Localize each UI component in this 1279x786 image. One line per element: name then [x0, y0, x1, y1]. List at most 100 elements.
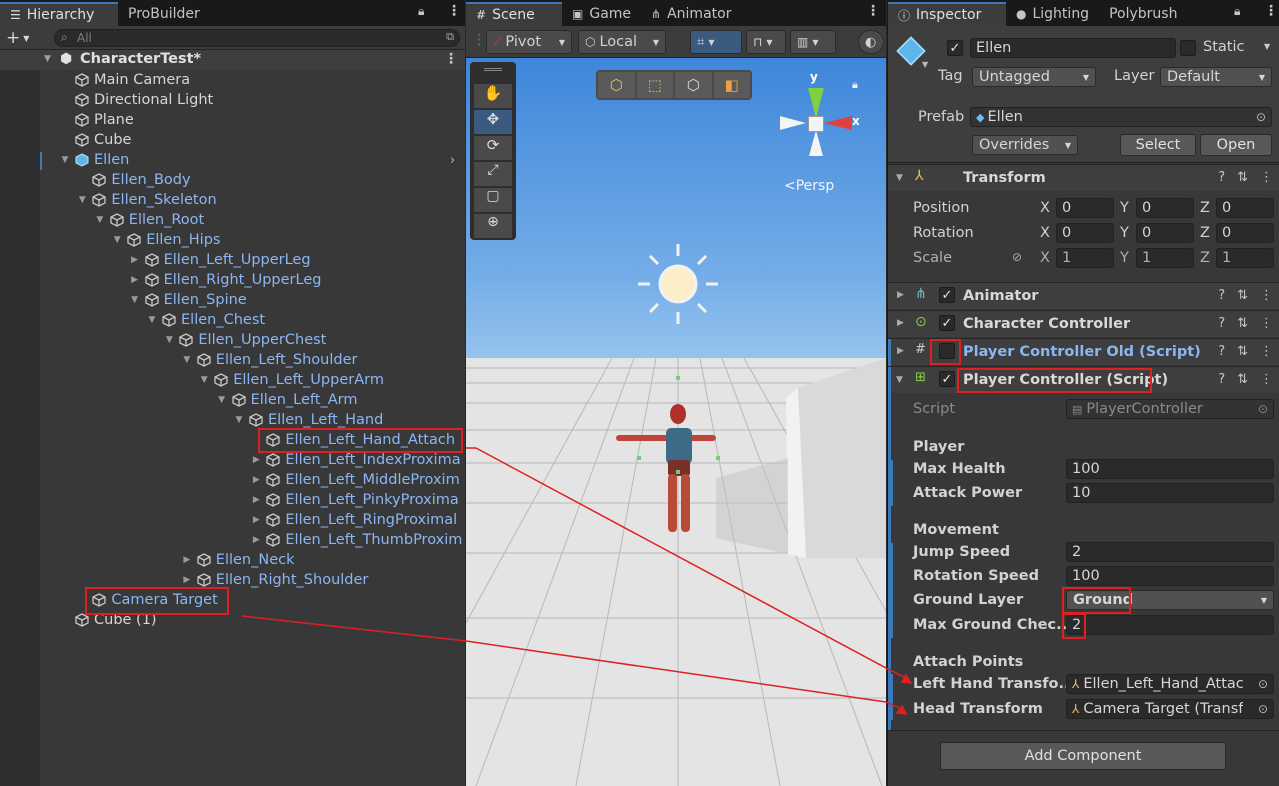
- rot-x-field[interactable]: 0: [1056, 223, 1114, 243]
- presets-icon[interactable]: ⇅: [1237, 288, 1248, 303]
- jump-speed-field[interactable]: 2: [1066, 542, 1274, 562]
- create-button[interactable]: + ▼: [6, 28, 29, 48]
- chevron-down-icon[interactable]: ▼: [164, 335, 174, 345]
- hierarchy-row[interactable]: ▶ Ellen_Left_PinkyProxima: [251, 490, 459, 510]
- local-dropdown[interactable]: ⬡ Local ▼: [578, 30, 666, 54]
- hierarchy-row[interactable]: Cube: [60, 130, 131, 150]
- help-icon[interactable]: ?: [1218, 316, 1225, 331]
- help-icon[interactable]: ?: [1218, 170, 1225, 185]
- presets-icon[interactable]: ⇅: [1237, 170, 1248, 185]
- component-menu-icon[interactable]: ⋮: [1260, 288, 1273, 303]
- object-picker-icon[interactable]: ⊙: [1258, 677, 1268, 691]
- character-controller-checkbox[interactable]: ✓: [939, 315, 955, 331]
- head-transform-field[interactable]: ⅄ Camera Target (Transf ⊙: [1066, 699, 1274, 719]
- chevron-down-icon[interactable]: ▼: [234, 415, 244, 425]
- hierarchy-row[interactable]: ▶ Ellen_Right_UpperLeg: [130, 270, 321, 290]
- chevron-right-icon[interactable]: ▶: [182, 575, 192, 585]
- animator-header[interactable]: ▶ ⋔ ✓ Animator ? ⇅ ⋮: [888, 282, 1279, 309]
- hierarchy-row[interactable]: Ellen_Body: [77, 170, 191, 190]
- hierarchy-row[interactable]: ▼ Ellen_Left_UpperArm: [199, 370, 384, 390]
- hierarchy-row[interactable]: ▼ Ellen_Root: [95, 210, 204, 230]
- edge-mode-button[interactable]: ⬡: [675, 72, 712, 98]
- rot-z-field[interactable]: 0: [1216, 223, 1274, 243]
- hierarchy-row[interactable]: Main Camera: [60, 70, 190, 90]
- face-mode-button[interactable]: ◧: [713, 72, 750, 98]
- pivot-dropdown[interactable]: ⟋ Pivot ▼: [486, 30, 572, 54]
- component-menu-icon[interactable]: ⋮: [1260, 344, 1273, 359]
- move-tool-button[interactable]: ✥: [474, 110, 512, 134]
- hierarchy-row[interactable]: Plane: [60, 110, 134, 130]
- animator-enabled-checkbox[interactable]: ✓: [939, 287, 955, 303]
- hierarchy-row[interactable]: ▼ Ellen_Chest: [147, 310, 266, 330]
- player-controller-header[interactable]: ▼ ⊞ ✓ Player Controller (Script) ? ⇅ ⋮: [888, 366, 1279, 394]
- search-input[interactable]: ⌕ All ⧉: [54, 29, 460, 47]
- object-mode-button[interactable]: ⬡: [598, 72, 635, 98]
- tab-polybrush[interactable]: Polybrush: [1099, 2, 1187, 26]
- layer-dropdown[interactable]: Default ▼: [1160, 67, 1272, 87]
- hierarchy-row[interactable]: ▶ Ellen_Neck: [182, 550, 294, 570]
- chevron-right-icon[interactable]: ▶: [251, 475, 261, 485]
- increment-snap-button[interactable]: ⊓ ▼: [746, 30, 786, 54]
- player-controller-checkbox[interactable]: ✓: [939, 371, 955, 387]
- presets-icon[interactable]: ⇅: [1237, 316, 1248, 331]
- pos-x-field[interactable]: 0: [1056, 198, 1114, 218]
- scale-y-field[interactable]: 1: [1136, 248, 1194, 268]
- tab-animator[interactable]: ⋔ Animator: [641, 2, 741, 26]
- component-menu-icon[interactable]: ⋮: [1260, 170, 1273, 185]
- add-component-button[interactable]: Add Component: [940, 742, 1226, 770]
- gizmo-lock-icon[interactable]: 🔒︎: [852, 78, 858, 92]
- chevron-right-icon[interactable]: ›: [450, 153, 455, 168]
- object-name-field[interactable]: Ellen: [970, 38, 1176, 58]
- hierarchy-row[interactable]: ▼ Ellen_Left_Hand: [234, 410, 384, 430]
- tab-game[interactable]: ▣ Game: [562, 2, 641, 26]
- chevron-down-icon[interactable]: ▼: [182, 355, 192, 365]
- projection-label[interactable]: <Persp: [784, 178, 834, 194]
- chevron-down-icon[interactable]: ▼: [199, 375, 209, 385]
- chevron-down-icon[interactable]: ▼: [95, 215, 105, 225]
- shading-button[interactable]: ◐: [858, 30, 884, 54]
- select-button[interactable]: Select: [1120, 134, 1196, 156]
- chevron-down-icon[interactable]: ▼: [77, 195, 87, 205]
- presets-icon[interactable]: ⇅: [1237, 372, 1248, 387]
- scale-x-field[interactable]: 1: [1056, 248, 1114, 268]
- chevron-down-icon[interactable]: ▼: [60, 155, 70, 165]
- grid-snap-button[interactable]: ⌗ ▼: [690, 30, 742, 54]
- chevron-right-icon[interactable]: ▶: [251, 455, 261, 465]
- hand-tool-button[interactable]: ✋: [474, 84, 512, 108]
- static-checkbox[interactable]: [1180, 40, 1196, 56]
- hierarchy-row[interactable]: ▼ Ellen_Spine: [130, 290, 247, 310]
- chevron-down-icon[interactable]: ▼: [112, 235, 122, 245]
- chevron-down-icon[interactable]: ▼: [130, 295, 140, 305]
- presets-icon[interactable]: ⇅: [1237, 344, 1248, 359]
- hierarchy-row[interactable]: ▶ Ellen_Left_RingProximal: [251, 510, 457, 530]
- transform-header[interactable]: ▼ ⅄ Transform ? ⇅ ⋮: [888, 164, 1279, 191]
- hierarchy-row[interactable]: Directional Light: [60, 90, 213, 110]
- tab-scene[interactable]: # Scene: [466, 2, 562, 26]
- hierarchy-row[interactable]: ▶ Ellen_Left_MiddleProxim: [251, 470, 460, 490]
- rect-tool-button[interactable]: ▢: [474, 188, 512, 212]
- scale-z-field[interactable]: 1: [1216, 248, 1274, 268]
- tag-dropdown[interactable]: Untagged ▼: [972, 67, 1096, 87]
- hierarchy-row[interactable]: ▶ Ellen_Left_UpperLeg: [130, 250, 310, 270]
- lock-icon[interactable]: 🔒︎: [1234, 4, 1240, 19]
- player-controller-old-header[interactable]: ▶ # Player Controller Old (Script) ? ⇅ ⋮: [888, 338, 1279, 366]
- ruler-button[interactable]: ▥ ▼: [790, 30, 836, 54]
- hierarchy-row[interactable]: ▶ Ellen_Left_ThumbProxim: [251, 530, 462, 550]
- player-controller-old-checkbox[interactable]: [939, 343, 955, 359]
- component-menu-icon[interactable]: ⋮: [1260, 316, 1273, 331]
- transform-tool-button[interactable]: ⊕: [474, 214, 512, 238]
- help-icon[interactable]: ?: [1218, 372, 1225, 387]
- lock-icon[interactable]: 🔒︎: [418, 4, 424, 19]
- help-icon[interactable]: ?: [1218, 288, 1225, 303]
- inspector-menu-icon[interactable]: ⋮: [1264, 3, 1278, 19]
- scene-menu-icon[interactable]: ⋮: [444, 51, 458, 67]
- tab-hierarchy[interactable]: ☰ Hierarchy: [0, 2, 118, 26]
- hierarchy-row[interactable]: ▼ Ellen_Left_Shoulder: [182, 350, 357, 370]
- chevron-down-icon[interactable]: ▼: [147, 315, 157, 325]
- chevron-right-icon[interactable]: ▶: [130, 275, 140, 285]
- vertex-mode-button[interactable]: ⬚: [636, 72, 673, 98]
- chevron-down-icon[interactable]: ▼: [1264, 42, 1270, 51]
- hierarchy-row[interactable]: ▶ Ellen_Right_Shoulder: [182, 570, 368, 590]
- hierarchy-row[interactable]: ▶ Ellen_Left_IndexProxima: [251, 450, 461, 470]
- prefab-field[interactable]: ◆ Ellen ⊙: [970, 107, 1272, 127]
